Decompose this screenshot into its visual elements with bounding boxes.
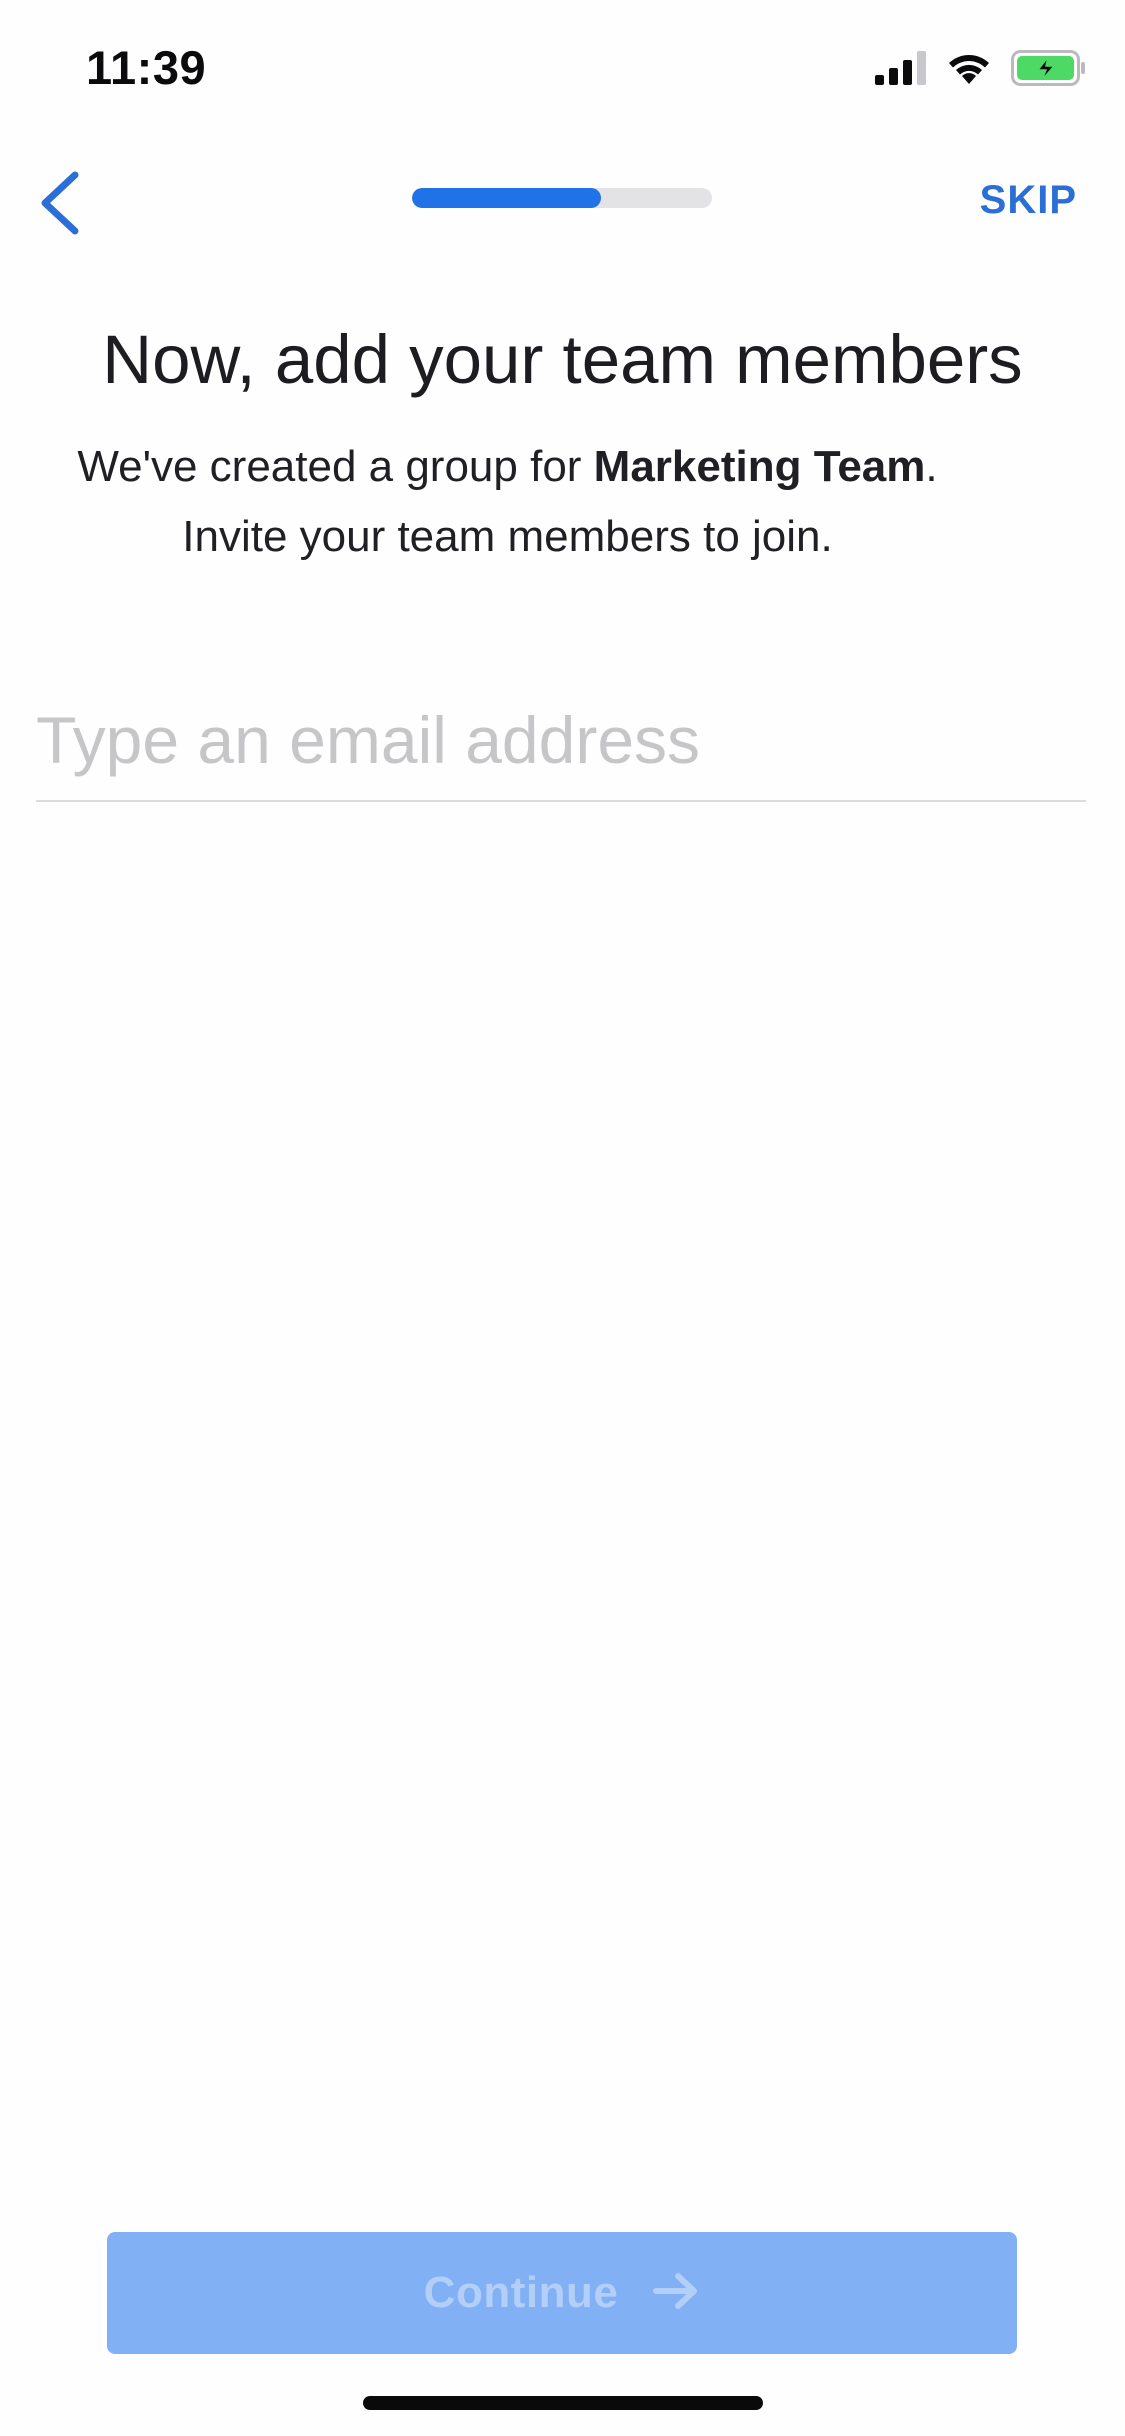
home-indicator: [363, 2396, 763, 2410]
arrow-right-icon: [652, 2271, 700, 2316]
subtitle-line-2: Invite your team members to join.: [182, 512, 833, 561]
progress-bar: [412, 188, 712, 208]
back-button[interactable]: [14, 160, 104, 250]
page-title: Now, add your team members: [102, 321, 1023, 398]
continue-button[interactable]: Continue: [107, 2232, 1017, 2354]
email-input[interactable]: [36, 680, 1086, 802]
subtitle: We've created a group for Marketing Team…: [0, 432, 1015, 572]
status-bar: 11:39: [0, 0, 1125, 132]
subtitle-suffix: .: [925, 442, 938, 491]
group-name: Marketing Team: [593, 442, 926, 491]
status-icons: [875, 50, 1087, 91]
continue-label: Continue: [423, 2268, 619, 2317]
chevron-left-icon: [37, 170, 81, 241]
subtitle-prefix: We've created a group for: [77, 442, 594, 491]
progress-bar-fill: [412, 188, 601, 208]
status-time: 11:39: [86, 41, 207, 94]
skip-button[interactable]: SKIP: [980, 178, 1077, 223]
cellular-signal-icon: [875, 51, 927, 90]
battery-charging-icon: [1011, 50, 1087, 91]
wifi-icon: [945, 50, 993, 91]
